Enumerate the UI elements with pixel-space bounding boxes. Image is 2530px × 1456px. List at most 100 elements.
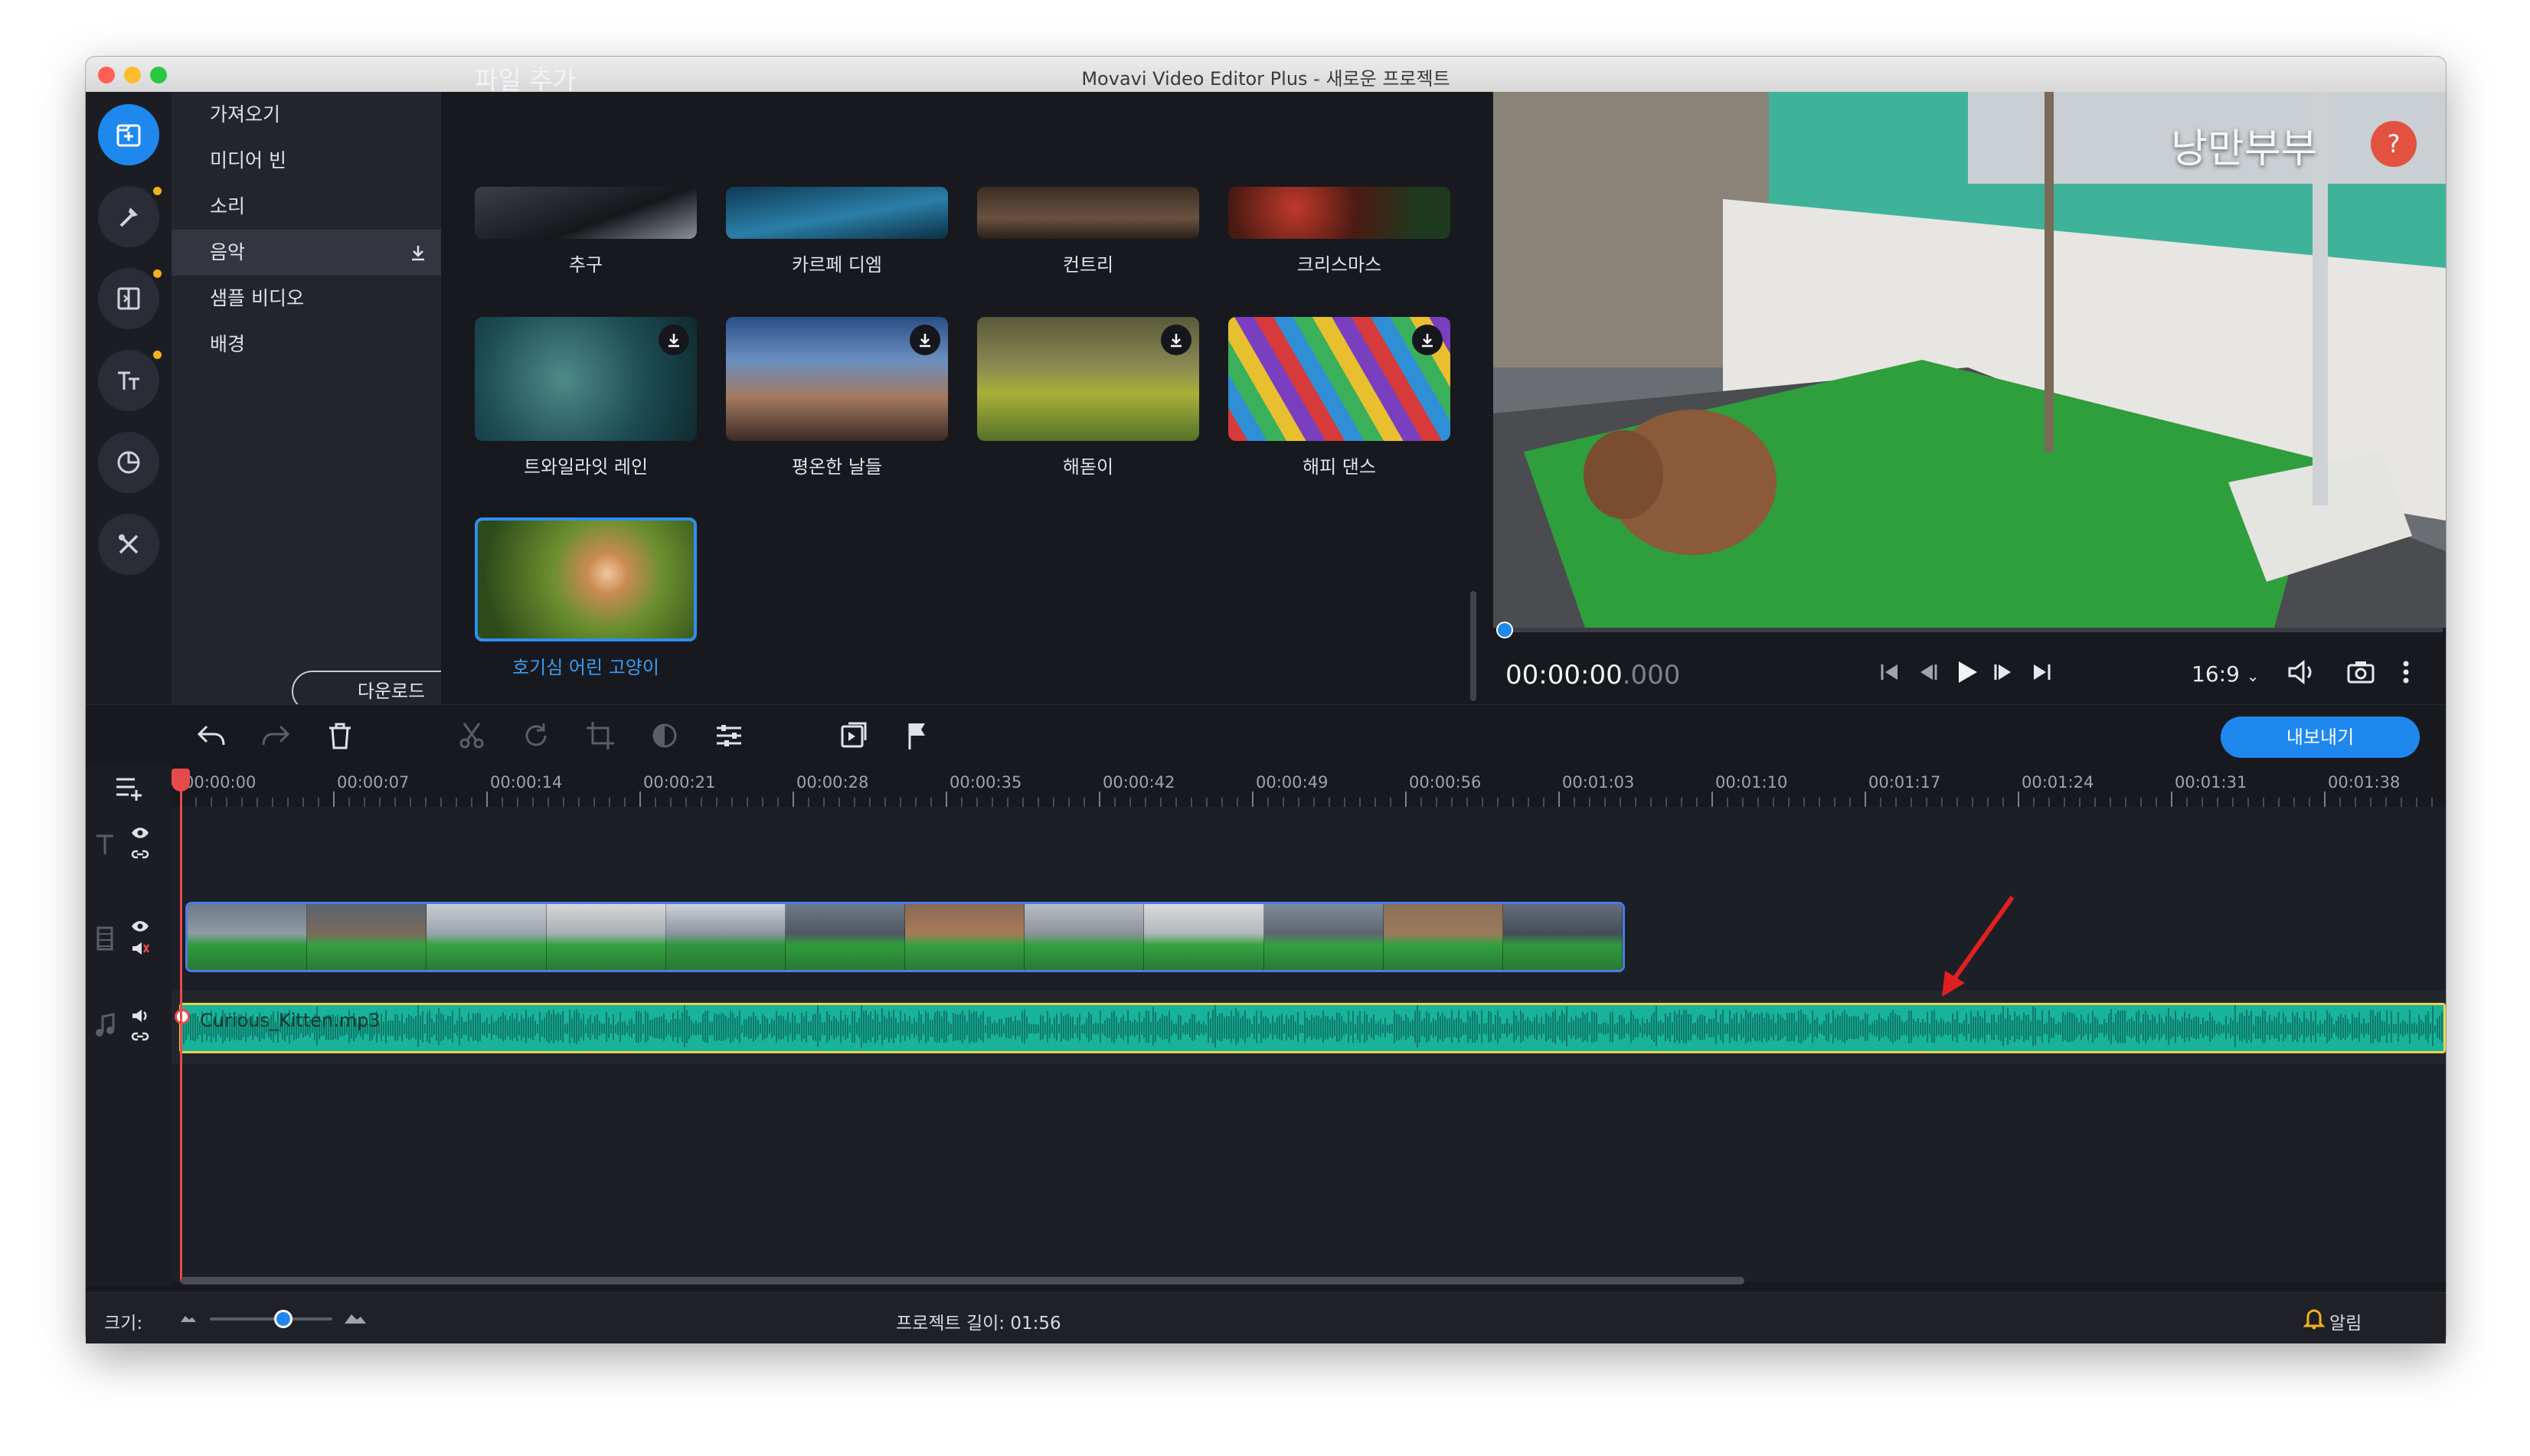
ruler-tick-label: 00:00:42 xyxy=(1103,773,1175,792)
text-track[interactable] xyxy=(172,807,2446,886)
undo-icon[interactable] xyxy=(194,720,228,751)
cut-icon[interactable] xyxy=(456,720,487,751)
marker-flag-icon[interactable] xyxy=(904,720,931,751)
timeline-ruler[interactable]: 00:00:00 00:00:07 00:00:14 00:00:21 00:00:28… xyxy=(172,766,2446,807)
zoom-slider-knob[interactable] xyxy=(274,1310,293,1328)
aspect-ratio-select[interactable]: 16:9 ⌄ xyxy=(2192,661,2260,687)
link-icon[interactable] xyxy=(130,1029,150,1044)
category-media-bin[interactable]: 미디어 빈 xyxy=(172,138,441,184)
titles-button[interactable] xyxy=(98,350,159,411)
music-title: 평온한 날들 xyxy=(791,456,883,478)
export-button[interactable]: 내보내기 xyxy=(2221,717,2420,758)
download-badge[interactable] xyxy=(1412,325,1443,355)
eye-icon[interactable] xyxy=(130,919,150,934)
help-button[interactable]: ? xyxy=(2371,121,2417,167)
audio-clip-name: Curious_Kitten.mp3 xyxy=(200,1010,381,1031)
music-title: 해돋이 xyxy=(1062,456,1114,478)
ruler-tick-label: 00:00:21 xyxy=(643,773,716,792)
volume-icon[interactable] xyxy=(130,1007,150,1024)
download-badge[interactable] xyxy=(1161,325,1191,355)
video-frame xyxy=(1144,904,1264,970)
audio-clip-start-handle[interactable] xyxy=(175,1009,190,1024)
category-sound[interactable]: 소리 xyxy=(172,184,441,230)
snapshot-camera-icon[interactable] xyxy=(2346,658,2375,686)
title-bar: Movavi Video Editor Plus - 새로운 프로젝트 xyxy=(86,57,2446,93)
video-frame xyxy=(1263,904,1384,970)
music-thumbnail-selected[interactable] xyxy=(475,517,697,641)
zoom-in-icon[interactable] xyxy=(343,1310,368,1325)
music-thumbnail[interactable] xyxy=(1228,317,1450,441)
music-thumbnail[interactable] xyxy=(475,317,697,441)
music-thumbnail[interactable] xyxy=(475,187,697,239)
crop-icon[interactable] xyxy=(585,720,616,751)
audio-waveform xyxy=(181,1005,2443,1048)
music-thumbnail[interactable] xyxy=(726,187,948,239)
volume-icon[interactable] xyxy=(2286,658,2317,686)
transitions-button[interactable] xyxy=(98,268,159,329)
clip-properties-icon[interactable] xyxy=(714,720,744,751)
category-music[interactable]: 음악 xyxy=(172,230,441,276)
ruler-tick-label: 00:00:49 xyxy=(1256,773,1329,792)
ruler-tick-label: 00:00:00 xyxy=(184,773,257,792)
skip-end-icon[interactable] xyxy=(2028,658,2055,686)
music-title: 카르페 디엠 xyxy=(791,254,883,276)
music-title: 추구 xyxy=(568,254,603,276)
overlay-icon[interactable] xyxy=(839,720,870,751)
import-button[interactable] xyxy=(98,104,159,165)
notifications-label[interactable]: 알림 xyxy=(2329,1308,2362,1334)
rotate-icon[interactable] xyxy=(521,720,551,751)
tools-icon xyxy=(119,534,139,554)
video-watermark: 낭만부부 xyxy=(2171,126,2318,172)
category-sample-video[interactable]: 샘플 비디오 xyxy=(172,276,441,322)
audio-clip[interactable]: Curious_Kitten.mp3 xyxy=(179,1003,2446,1053)
aspect-ratio-value: 16:9 xyxy=(2192,661,2240,687)
download-badge[interactable] xyxy=(659,325,689,355)
magic-button[interactable] xyxy=(98,186,159,247)
download-arrow-icon[interactable] xyxy=(409,243,427,262)
video-frame xyxy=(785,904,906,970)
music-thumbnail[interactable] xyxy=(977,187,1199,239)
category-import[interactable]: 가져오기 xyxy=(172,92,441,138)
prev-frame-icon[interactable] xyxy=(1913,658,1940,686)
music-thumbnail[interactable] xyxy=(977,317,1199,441)
preview-controls: 00:00:00.000 16:9 ⌄ xyxy=(1493,622,2446,704)
category-background[interactable]: 배경 xyxy=(172,322,441,367)
next-frame-icon[interactable] xyxy=(1991,658,2018,686)
add-track-icon[interactable] xyxy=(113,772,147,802)
video-frame xyxy=(1025,904,1145,970)
zoom-slider-track[interactable] xyxy=(210,1317,332,1321)
status-bar: 크기: 프로젝트 길이: 01:56 알림 xyxy=(86,1292,2446,1343)
more-options-icon[interactable] xyxy=(2400,658,2412,686)
stickers-button[interactable] xyxy=(98,432,159,493)
tools-button[interactable] xyxy=(98,514,159,575)
project-length: 프로젝트 길이: 01:56 xyxy=(896,1308,1061,1334)
ruler-tick-label: 00:01:17 xyxy=(1868,773,1941,792)
delete-icon[interactable] xyxy=(326,720,354,751)
playhead-handle[interactable] xyxy=(172,769,190,792)
bell-icon[interactable] xyxy=(2303,1307,2325,1330)
window-title: Movavi Video Editor Plus - 새로운 프로젝트 xyxy=(1081,68,1450,90)
video-frame xyxy=(1383,904,1503,970)
project-length-value: 01:56 xyxy=(1010,1314,1061,1334)
text-track-icon xyxy=(96,834,113,854)
eye-icon[interactable] xyxy=(130,825,150,841)
music-thumbnail[interactable] xyxy=(726,317,948,441)
color-adjust-icon[interactable] xyxy=(649,720,680,751)
link-icon[interactable] xyxy=(130,847,150,862)
timeline-scrollbar[interactable] xyxy=(181,1277,1744,1285)
music-track-icon xyxy=(96,1013,115,1037)
video-clip[interactable] xyxy=(185,902,1625,972)
zoom-out-icon[interactable] xyxy=(179,1313,198,1324)
download-icon xyxy=(1422,334,1433,348)
preview-progress-knob[interactable] xyxy=(1496,622,1513,638)
play-icon[interactable] xyxy=(1951,657,1982,687)
preview-progress-track[interactable] xyxy=(1504,628,2443,632)
mute-icon[interactable] xyxy=(130,940,150,957)
video-frame xyxy=(665,904,786,970)
music-thumbnail[interactable] xyxy=(1228,187,1450,239)
redo-icon[interactable] xyxy=(259,720,293,751)
skip-start-icon[interactable] xyxy=(1876,658,1904,686)
download-icon xyxy=(920,334,930,348)
library-scrollbar[interactable] xyxy=(1470,591,1476,701)
download-badge[interactable] xyxy=(910,325,940,355)
